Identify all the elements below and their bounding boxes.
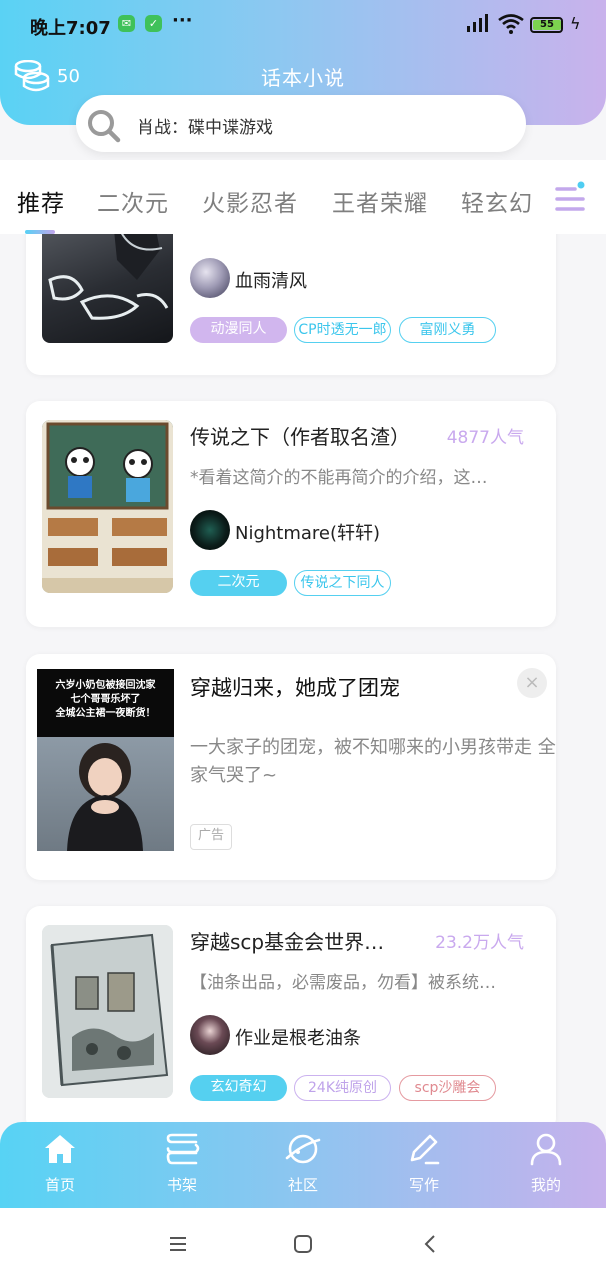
- nav-label: 书架: [166, 1176, 197, 1194]
- tab-recommend[interactable]: 推荐: [17, 184, 65, 218]
- ad-banner-line: 全城公主裙一夜断货！: [55, 708, 156, 719]
- author-avatar[interactable]: [190, 258, 230, 298]
- nav-bookshelf[interactable]: 书架: [142, 1132, 222, 1195]
- ad-banner-line: 六岁小奶包被接回沈家: [55, 680, 156, 691]
- more-notifications: ···: [172, 10, 193, 31]
- search-bar[interactable]: 肖战：碟中谍游戏: [76, 95, 526, 152]
- book-card[interactable]: 穿越scp基金会世界… 23.2万人气 【油条出品，必需废品，勿看】被系统… 作…: [26, 906, 556, 1122]
- planet-icon: [285, 1134, 321, 1164]
- book-card[interactable]: 血雨清风 动漫同人 CP时透无一郎 富刚义勇: [26, 234, 556, 375]
- home-icon: [45, 1135, 75, 1163]
- category-tabs: 推荐 二次元 火影忍者 王者荣耀 轻玄幻: [0, 160, 606, 234]
- battery-icon: 55: [530, 17, 563, 33]
- status-bar: 晚上7:07 ✉ ✓ ··· 55 ϟ: [0, 0, 606, 50]
- nav-label: 首页: [44, 1176, 75, 1194]
- book-tag[interactable]: 传说之下同人: [294, 570, 391, 596]
- popularity-count: 4877人气: [446, 428, 524, 448]
- tab-naruto[interactable]: 火影忍者: [202, 184, 298, 218]
- header: 晚上7:07 ✉ ✓ ··· 55 ϟ 50 话本小说 肖战：碟中谍游戏: [0, 0, 606, 152]
- cover-art: [42, 420, 173, 593]
- nav-home[interactable]: 首页: [20, 1132, 100, 1195]
- ad-banner-line: 七个哥哥乐坏了: [70, 694, 141, 705]
- ad-banner: 六岁小奶包被接回沈家 七个哥哥乐坏了 全城公主裙一夜断货！: [37, 669, 174, 737]
- book-card[interactable]: 传说之下（作者取名渣） 4877人气 *看着这简介的不能再简介的介绍，这… Ni…: [26, 401, 556, 627]
- system-navigation-bar: [0, 1208, 606, 1280]
- book-tag[interactable]: 二次元: [190, 570, 287, 596]
- author-name: Nightmare(轩轩): [235, 523, 381, 544]
- book-tag[interactable]: 玄幻奇幻: [190, 1075, 287, 1101]
- status-time: 晚上7:07: [30, 18, 111, 39]
- category-menu-icon[interactable]: [554, 180, 588, 214]
- ad-card[interactable]: 六岁小奶包被接回沈家 七个哥哥乐坏了 全城公主裙一夜断货！ 穿越归来，她成了团宠…: [26, 654, 556, 880]
- book-tag[interactable]: 24K纯原创: [294, 1075, 391, 1101]
- user-icon: [530, 1133, 562, 1166]
- nav-write[interactable]: 写作: [384, 1132, 464, 1195]
- ad-photo: [37, 737, 174, 851]
- shield-icon: ✓: [145, 15, 162, 32]
- bottom-navigation: 首页 书架 社区 写作 我的: [0, 1122, 606, 1208]
- ad-image[interactable]: 六岁小奶包被接回沈家 七个哥哥乐坏了 全城公主裙一夜断货！: [37, 669, 174, 851]
- ad-label: 广告: [190, 824, 233, 850]
- book-tag[interactable]: CP时透无一郎: [294, 317, 391, 343]
- cover-art: [48, 234, 169, 320]
- nav-profile[interactable]: 我的: [506, 1132, 586, 1195]
- book-tag[interactable]: 富刚义勇: [399, 317, 496, 343]
- book-description: 【油条出品，必需废品，勿看】被系统…: [190, 973, 496, 993]
- author-name: 血雨清风: [235, 271, 307, 292]
- cover-art: [42, 925, 173, 1098]
- author-avatar[interactable]: [190, 1015, 230, 1055]
- nav-label: 我的: [530, 1176, 561, 1194]
- app-title: 话本小说: [261, 66, 345, 90]
- home-square-icon[interactable]: [293, 1234, 313, 1254]
- book-cover[interactable]: [42, 234, 173, 343]
- tab-light-fantasy[interactable]: 轻玄幻: [461, 184, 533, 218]
- search-input[interactable]: 肖战：碟中谍游戏: [137, 113, 273, 138]
- back-icon[interactable]: [422, 1234, 438, 1254]
- nav-community[interactable]: 社区: [263, 1132, 343, 1195]
- pen-icon: [410, 1134, 440, 1165]
- charging-icon: ϟ: [570, 14, 581, 33]
- book-title[interactable]: 传说之下（作者取名渣）: [190, 421, 410, 450]
- search-icon: [88, 110, 121, 143]
- wechat-icon: ✉: [118, 15, 135, 32]
- author-name: 作业是根老油条: [235, 1028, 361, 1049]
- wifi-icon: [498, 14, 524, 34]
- ad-description: 一大家子的团宠，被不知哪来的小男孩带走 全家气哭了~: [190, 737, 556, 786]
- popularity-count: 23.2万人气: [435, 933, 524, 953]
- nav-label: 写作: [408, 1176, 439, 1194]
- book-title[interactable]: 穿越scp基金会世界…: [190, 926, 384, 955]
- author-avatar[interactable]: [190, 510, 230, 550]
- nav-label: 社区: [287, 1176, 318, 1194]
- book-description: *看着这简介的不能再简介的介绍，这…: [190, 468, 488, 488]
- battery-level: 55: [533, 20, 561, 30]
- book-cover[interactable]: [42, 925, 173, 1098]
- tab-anime[interactable]: 二次元: [97, 184, 169, 218]
- book-tag[interactable]: scp沙雕会: [399, 1075, 496, 1101]
- menu-icon[interactable]: [168, 1235, 188, 1253]
- book-feed[interactable]: 血雨清风 动漫同人 CP时透无一郎 富刚义勇 传说之下（作者取名渣） 4877人…: [0, 234, 606, 1122]
- tab-honor-of-kings[interactable]: 王者荣耀: [332, 184, 428, 218]
- book-tag[interactable]: 动漫同人: [190, 317, 287, 343]
- book-cover[interactable]: [42, 420, 173, 593]
- ad-title[interactable]: 穿越归来，她成了团宠: [190, 672, 400, 702]
- signal-icon: [467, 14, 488, 32]
- bookshelf-icon: [166, 1133, 200, 1165]
- close-icon[interactable]: ×: [517, 668, 547, 698]
